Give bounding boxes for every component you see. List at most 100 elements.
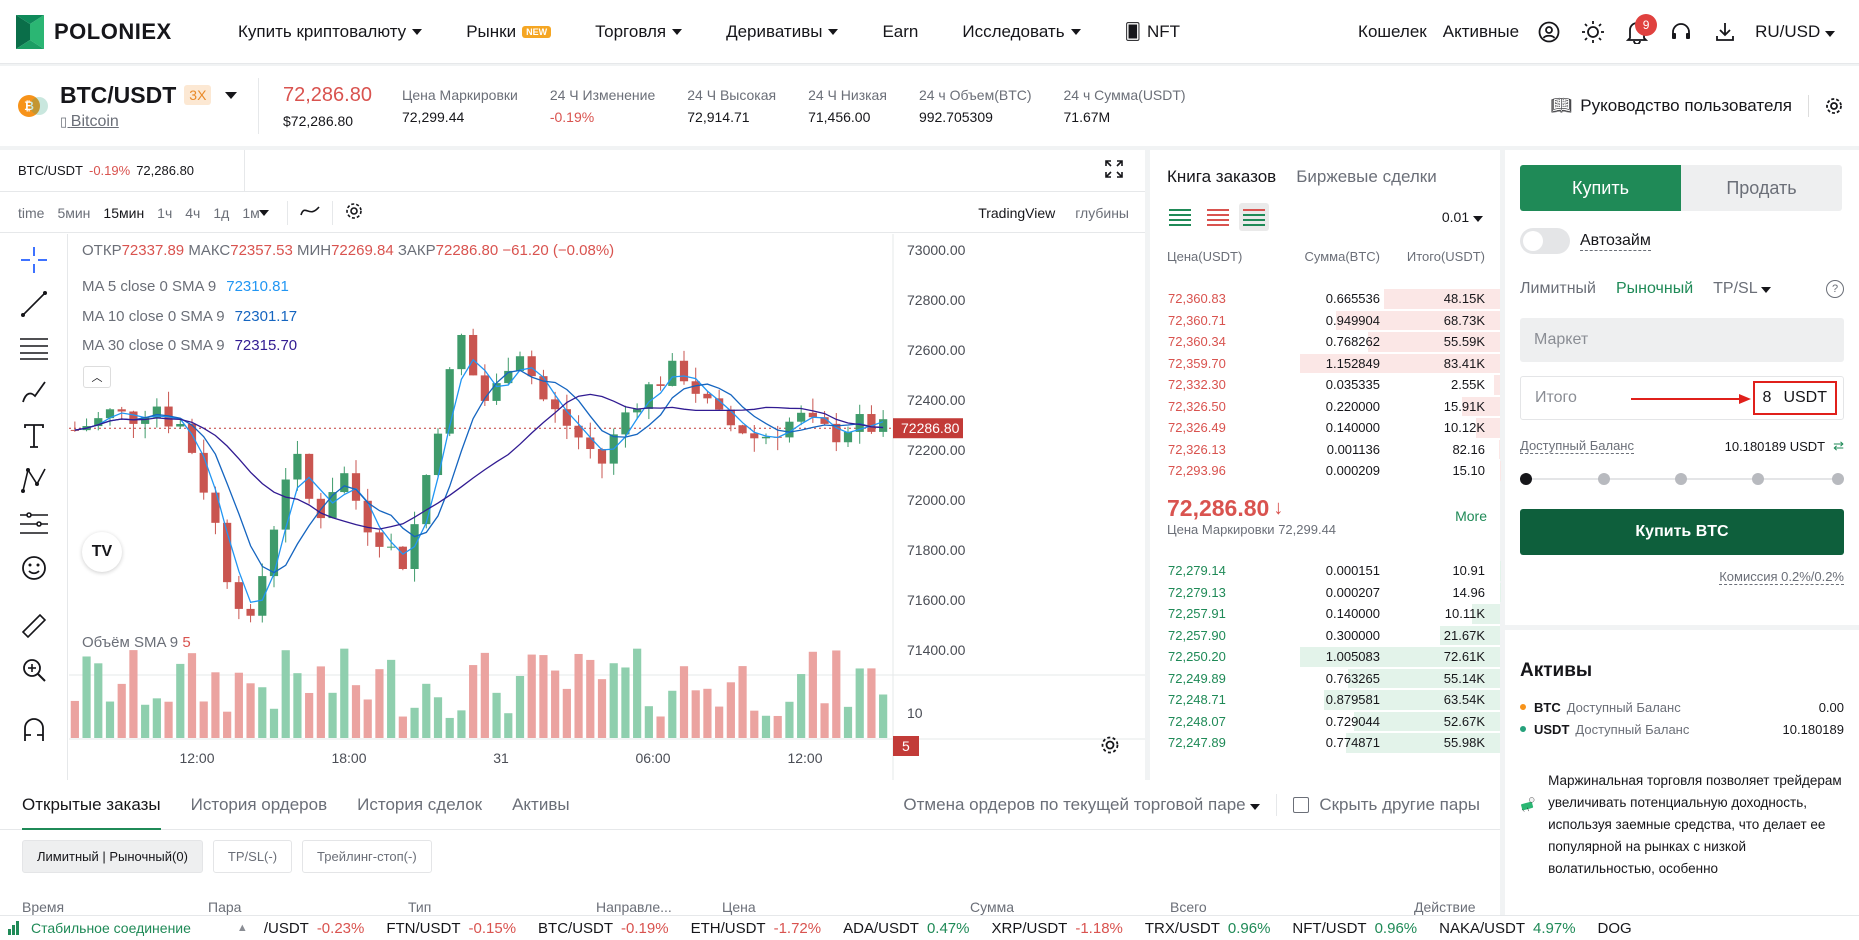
chevron-down-icon[interactable] (258, 209, 269, 216)
tab-market-trades[interactable]: Биржевые сделки (1296, 167, 1437, 187)
order-filter-1[interactable]: TP/SL(-) (212, 840, 293, 873)
book-both-icon[interactable] (1167, 206, 1193, 228)
bids-row[interactable]: 72,250.20 1.005083 72.61K (1150, 646, 1500, 668)
order-type-limit[interactable]: Лимитный (1520, 280, 1596, 298)
orders-tab-0[interactable]: Открытые заказы (22, 780, 161, 830)
more-link[interactable]: More (1455, 508, 1487, 524)
asks-row[interactable]: 72,326.49 0.140000 10.12K (1150, 417, 1500, 439)
brush-icon[interactable] (14, 372, 54, 412)
total-input[interactable]: Итого 8 USDT (1520, 376, 1844, 420)
tape-item[interactable]: DOG (1598, 920, 1632, 937)
tape-item[interactable]: BTC/USDT -0.19% (538, 920, 669, 937)
help-icon[interactable]: ? (1826, 280, 1844, 298)
assets-link[interactable]: Активные (1435, 22, 1527, 42)
nav-item-5[interactable]: Исследовать (940, 22, 1102, 42)
asks-row[interactable]: 72,293.96 0.000209 15.10 (1150, 460, 1500, 482)
interval-3[interactable]: 1ч (157, 205, 185, 221)
logo[interactable]: POLONIEX (16, 14, 216, 49)
fee-label[interactable]: Комиссия 0.2%/0.2% (1719, 569, 1844, 585)
bids-row[interactable]: 72,248.07 0.729044 52.67K (1150, 711, 1500, 733)
wallet-link[interactable]: Кошелек (1350, 22, 1435, 42)
transfer-icon[interactable]: ⇄ (1833, 438, 1844, 454)
tradingview-logo-icon[interactable]: TV (82, 532, 122, 572)
pair-selector[interactable]: ₿ BTC/USDT 3X ▯ Bitcoin (16, 82, 258, 131)
asks-row[interactable]: 72,360.34 0.768262 55.59K (1150, 331, 1500, 353)
tape-item[interactable]: /USDT -0.23% (264, 920, 365, 937)
tape-item[interactable]: NAKA/USDT 4.97% (1439, 920, 1575, 937)
theme-sun-icon[interactable] (1571, 10, 1615, 54)
orders-tab-2[interactable]: История сделок (357, 795, 482, 815)
chevron-up-icon[interactable]: ▲ (237, 922, 248, 934)
tape-item[interactable]: NFT/USDT 0.96% (1292, 920, 1417, 937)
download-icon[interactable] (1703, 10, 1747, 54)
bids-row[interactable]: 72,248.71 0.879581 63.54K (1150, 689, 1500, 711)
nav-item-4[interactable]: Earn (860, 22, 940, 42)
asks-row[interactable]: 72,360.83 0.665536 48.15K (1150, 288, 1500, 310)
fib-lines-icon[interactable] (14, 328, 54, 368)
autoloan-toggle[interactable] (1520, 228, 1570, 254)
order-filter-2[interactable]: Трейлинг-стоп(-) (302, 840, 432, 873)
crosshair-icon[interactable] (14, 240, 54, 280)
chart-pair-tab[interactable]: BTC/USDT -0.19% 72,286.80 (0, 149, 245, 192)
bids-row[interactable]: 72,257.90 0.300000 21.67K (1150, 625, 1500, 647)
nav-item-3[interactable]: Деривативы (704, 22, 860, 42)
tradingview-toggle[interactable]: TradingView (968, 205, 1065, 221)
indicator-icon[interactable] (288, 204, 332, 221)
orders-tab-3[interactable]: Активы (512, 795, 570, 815)
buy-btc-button[interactable]: Купить BTC (1520, 509, 1844, 555)
trendline-icon[interactable] (14, 284, 54, 324)
magnet-icon[interactable] (14, 710, 54, 750)
cancel-orders-select[interactable]: Отмена ордеров по текущей торговой паре (903, 795, 1261, 815)
asks-row[interactable]: 72,359.70 1.152849 83.41K (1150, 353, 1500, 375)
text-icon[interactable] (14, 416, 54, 456)
chevron-down-icon[interactable] (225, 91, 238, 99)
bell-icon[interactable]: 9 (1615, 10, 1659, 54)
bids-row[interactable]: 72,279.13 0.000207 14.96 (1150, 582, 1500, 604)
asks-row[interactable]: 72,326.50 0.220000 15.91K (1150, 396, 1500, 418)
interval-1[interactable]: 5мин (57, 205, 103, 221)
smiley-icon[interactable] (14, 548, 54, 588)
coin-link[interactable]: ▯ Bitcoin (60, 113, 237, 131)
zoom-in-icon[interactable] (14, 650, 54, 690)
tape-item[interactable]: ADA/USDT 0.47% (843, 920, 969, 937)
buy-tab[interactable]: Купить (1520, 165, 1681, 211)
order-filter-0[interactable]: Лимитный | Рыночный(0) (22, 840, 203, 873)
ruler-icon[interactable] (14, 606, 54, 646)
interval-0[interactable]: time (18, 205, 57, 221)
bids-row[interactable]: 72,247.89 0.774871 55.98K (1150, 732, 1500, 754)
tab-order-book[interactable]: Книга заказов (1167, 167, 1276, 187)
amount-slider[interactable] (1520, 472, 1844, 486)
tape-item[interactable]: ETH/USDT -1.72% (691, 920, 822, 937)
pattern-icon[interactable] (14, 460, 54, 500)
region-select[interactable]: RU/USD (1747, 22, 1843, 42)
asks-row[interactable]: 72,326.13 0.001136 82.16 (1150, 439, 1500, 461)
tape-item[interactable]: XRP/USDT -1.18% (992, 920, 1123, 937)
order-type-tpsl[interactable]: TP/SL (1713, 280, 1772, 298)
collapse-legend-button[interactable]: ︿ (83, 366, 111, 388)
asks-row[interactable]: 72,360.71 0.949904 68.73K (1150, 310, 1500, 332)
interval-2[interactable]: 15мин (103, 205, 157, 221)
tape-item[interactable]: FTN/USDT -0.15% (386, 920, 516, 937)
measure-lines-icon[interactable] (14, 504, 54, 544)
bids-row[interactable]: 72,257.91 0.140000 10.11K (1150, 603, 1500, 625)
book-asks-icon[interactable] (1205, 206, 1231, 228)
fullscreen-icon[interactable] (1105, 160, 1123, 181)
asks-row[interactable]: 72,332.30 0.035335 2.55K (1150, 374, 1500, 396)
nav-item-6[interactable]: 🂠 NFT (1103, 22, 1202, 42)
interval-5[interactable]: 1д (213, 205, 242, 221)
sell-tab[interactable]: Продать (1681, 165, 1842, 211)
book-bids-icon[interactable] (1239, 203, 1269, 231)
depth-toggle[interactable]: глубины (1065, 205, 1145, 221)
nav-item-2[interactable]: Торговля (573, 22, 704, 42)
precision-select[interactable]: 0.01 (1442, 209, 1483, 225)
bids-row[interactable]: 72,279.14 0.000151 10.91 (1150, 560, 1500, 582)
order-type-market[interactable]: Рыночный (1616, 280, 1693, 298)
orders-tab-1[interactable]: История ордеров (191, 795, 327, 815)
user-icon[interactable] (1527, 10, 1571, 54)
chart-gear-icon[interactable] (1100, 735, 1120, 758)
headset-icon[interactable] (1659, 10, 1703, 54)
hide-other-pairs-checkbox[interactable]: Скрыть другие пары (1293, 795, 1480, 815)
interval-4[interactable]: 4ч (185, 205, 213, 221)
user-guide-link[interactable]: 📖︎ Руководство пользователя (1551, 95, 1843, 117)
bids-row[interactable]: 72,249.89 0.763265 55.14K (1150, 668, 1500, 690)
